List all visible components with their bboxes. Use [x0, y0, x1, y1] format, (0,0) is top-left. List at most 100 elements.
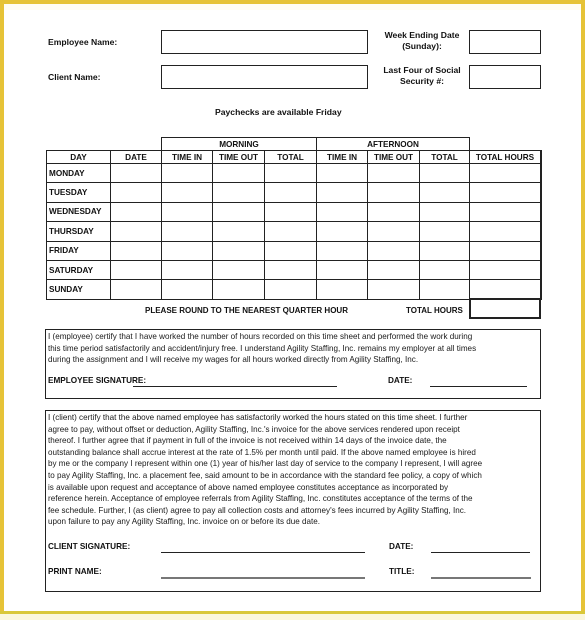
- cell-total-hours[interactable]: [469, 201, 542, 223]
- week-ending-date-field[interactable]: [469, 30, 541, 54]
- column-header-morning-time-out: TIME OUT: [212, 150, 265, 164]
- client-cert-line: by me or the company I represent within …: [48, 459, 483, 469]
- cell-morning-time-out[interactable]: [212, 163, 265, 184]
- cell-morning-total[interactable]: [264, 260, 317, 281]
- cell-date[interactable]: [110, 201, 162, 223]
- client-cert-line: reference herein. Acceptance of employee…: [48, 494, 473, 504]
- cell-afternoon-time-in[interactable]: [316, 260, 368, 281]
- column-header-date: DATE: [110, 150, 162, 164]
- cell-afternoon-time-out[interactable]: [367, 163, 420, 184]
- client-date-label: DATE:: [389, 542, 414, 551]
- employee-signature-label: EMPLOYEE SIGNATURE:: [48, 376, 147, 385]
- cell-afternoon-time-out[interactable]: [367, 260, 420, 281]
- cell-afternoon-time-out[interactable]: [367, 182, 420, 203]
- employee-signature-line[interactable]: [133, 386, 337, 387]
- cell-total-hours[interactable]: [469, 240, 542, 261]
- cell-afternoon-time-in[interactable]: [316, 279, 368, 300]
- cell-morning-total[interactable]: [264, 279, 317, 300]
- cell-afternoon-total[interactable]: [419, 221, 470, 242]
- paycheck-notice: Paychecks are available Friday: [215, 107, 342, 117]
- cell-date[interactable]: [110, 163, 162, 184]
- cell-morning-time-out[interactable]: [212, 240, 265, 261]
- cell-afternoon-time-in[interactable]: [316, 201, 368, 223]
- cell-total-hours[interactable]: [469, 163, 542, 184]
- cell-morning-time-in[interactable]: [161, 163, 213, 184]
- employee-cert-line: I (employee) certify that I have worked …: [48, 332, 473, 341]
- cell-total-hours[interactable]: [469, 221, 542, 242]
- rounding-notice: PLEASE ROUND TO THE NEAREST QUARTER HOUR: [145, 306, 348, 315]
- cell-afternoon-time-out[interactable]: [367, 221, 420, 242]
- title-line[interactable]: [431, 577, 531, 579]
- employee-name-field[interactable]: [161, 30, 368, 54]
- cell-date[interactable]: [110, 260, 162, 281]
- cell-afternoon-time-out[interactable]: [367, 201, 420, 223]
- cell-date[interactable]: [110, 221, 162, 242]
- cell-morning-time-out[interactable]: [212, 182, 265, 203]
- print-name-line[interactable]: [161, 577, 365, 579]
- cell-total-hours[interactable]: [469, 279, 542, 300]
- cell-morning-total[interactable]: [264, 182, 317, 203]
- cell-afternoon-time-out[interactable]: [367, 279, 420, 300]
- column-header-afternoon-time-in: TIME IN: [316, 150, 368, 164]
- day-label: FRIDAY: [46, 240, 111, 261]
- cell-afternoon-time-in[interactable]: [316, 221, 368, 242]
- cell-afternoon-total[interactable]: [419, 279, 470, 300]
- client-cert-line: thereof. I further agree that if payment…: [48, 436, 447, 446]
- employee-cert-line: this time period satisfactorily and acci…: [48, 343, 477, 353]
- client-date-line[interactable]: [431, 552, 530, 553]
- column-header-day: DAY: [46, 150, 111, 164]
- cell-morning-total[interactable]: [264, 221, 317, 242]
- ssn-label-line1: Last Four of Social: [383, 65, 461, 75]
- week-ending-date-label: Week Ending Date (Sunday):: [378, 30, 466, 52]
- cell-morning-time-in[interactable]: [161, 279, 213, 300]
- cell-morning-total[interactable]: [264, 201, 317, 223]
- day-label: SATURDAY: [46, 260, 111, 281]
- cell-morning-total[interactable]: [264, 163, 317, 184]
- cell-morning-time-out[interactable]: [212, 260, 265, 281]
- cell-morning-time-in[interactable]: [161, 260, 213, 281]
- employee-date-label: DATE:: [388, 376, 413, 385]
- cell-afternoon-time-in[interactable]: [316, 182, 368, 203]
- afternoon-group-header: AFTERNOON: [316, 137, 470, 151]
- morning-group-header: MORNING: [161, 137, 317, 151]
- client-name-label: Client Name:: [48, 72, 101, 82]
- client-cert-line: is available upon request and acceptance…: [48, 482, 449, 492]
- client-cert-line: outstanding balance shall accrue interes…: [48, 447, 476, 457]
- cell-morning-time-in[interactable]: [161, 240, 213, 261]
- day-label: THURSDAY: [46, 221, 111, 242]
- cell-afternoon-total[interactable]: [419, 163, 470, 184]
- cell-morning-time-in[interactable]: [161, 182, 213, 203]
- cell-afternoon-total[interactable]: [419, 201, 470, 223]
- print-name-label: PRINT NAME:: [48, 567, 102, 576]
- cell-date[interactable]: [110, 279, 162, 300]
- employee-certification-box: I (employee) certify that I have worked …: [45, 329, 541, 399]
- client-signature-label: CLIENT SIGNATURE:: [48, 542, 131, 551]
- ssn-last-four-field[interactable]: [469, 65, 541, 89]
- client-signature-line[interactable]: [161, 552, 365, 553]
- cell-total-hours[interactable]: [469, 182, 542, 203]
- cell-afternoon-total[interactable]: [419, 182, 470, 203]
- cell-morning-time-in[interactable]: [161, 201, 213, 223]
- cell-afternoon-total[interactable]: [419, 240, 470, 261]
- column-header-afternoon-total: TOTAL: [419, 150, 470, 164]
- client-cert-line: I (client) certify that the above named …: [48, 413, 468, 422]
- employee-date-line[interactable]: [430, 386, 527, 387]
- cell-afternoon-time-out[interactable]: [367, 240, 420, 261]
- cell-morning-time-in[interactable]: [161, 221, 213, 242]
- title-label: TITLE:: [389, 567, 415, 576]
- cell-afternoon-total[interactable]: [419, 260, 470, 281]
- week-ending-label-line2: (Sunday):: [402, 41, 442, 51]
- cell-morning-total[interactable]: [264, 240, 317, 261]
- cell-afternoon-time-in[interactable]: [316, 240, 368, 261]
- grand-total-field[interactable]: [469, 298, 541, 319]
- cell-morning-time-out[interactable]: [212, 201, 265, 223]
- client-cert-line: fee schedule. Further, I (as client) agr…: [48, 505, 466, 515]
- cell-total-hours[interactable]: [469, 260, 542, 281]
- cell-afternoon-time-in[interactable]: [316, 163, 368, 184]
- cell-date[interactable]: [110, 240, 162, 261]
- cell-date[interactable]: [110, 182, 162, 203]
- cell-morning-time-out[interactable]: [212, 279, 265, 300]
- ssn-label-line2: Security #:: [400, 76, 444, 86]
- client-name-field[interactable]: [161, 65, 368, 89]
- cell-morning-time-out[interactable]: [212, 221, 265, 242]
